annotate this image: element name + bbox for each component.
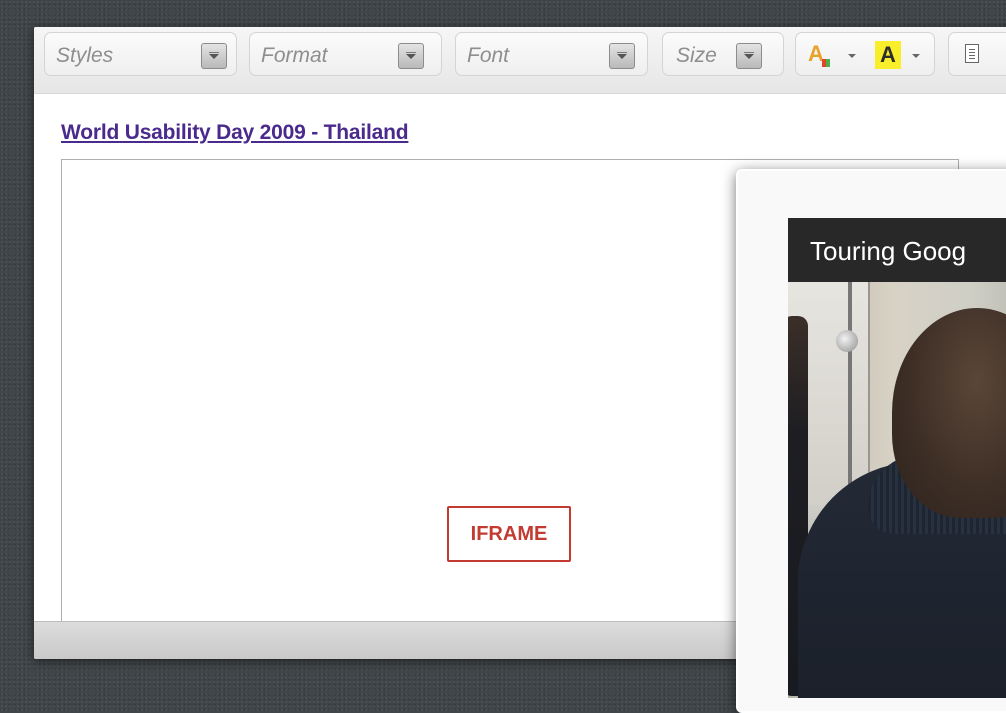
text-color-icon[interactable]: A: [808, 41, 834, 67]
video-knob: [836, 330, 858, 352]
styles-combo[interactable]: Styles: [44, 32, 237, 76]
styles-combo-label: Styles: [56, 44, 114, 67]
chevron-down-icon[interactable]: [609, 43, 635, 69]
video-thumbnail[interactable]: Touring Goog: [788, 218, 1006, 698]
video-title-bar: Touring Goog: [788, 218, 1006, 282]
size-combo-label: Size: [676, 44, 717, 67]
chevron-down-icon[interactable]: [848, 54, 856, 58]
font-combo[interactable]: Font: [455, 32, 648, 76]
video-title: Touring Goog: [810, 236, 967, 266]
format-combo[interactable]: Format: [249, 32, 442, 76]
chevron-down-icon[interactable]: [201, 43, 227, 69]
color-swatch: [822, 59, 830, 67]
page-title-link[interactable]: World Usability Day 2009 - Thailand: [61, 121, 409, 145]
chevron-down-icon[interactable]: [398, 43, 424, 69]
chevron-down-icon[interactable]: [736, 43, 762, 69]
background-color-icon[interactable]: A: [875, 41, 901, 69]
document-icon: [965, 44, 979, 63]
size-combo[interactable]: Size: [662, 32, 784, 76]
editor-toolbar: Styles Format Font Size A A: [34, 27, 1006, 94]
source-button[interactable]: [948, 32, 1006, 76]
format-combo-label: Format: [261, 44, 328, 67]
video-preview-popup: Touring Goog: [736, 169, 1006, 713]
iframe-label[interactable]: IFRAME: [447, 506, 571, 562]
font-combo-label: Font: [467, 44, 510, 67]
chevron-down-icon[interactable]: [912, 54, 920, 58]
color-button-group: A A: [795, 32, 935, 76]
